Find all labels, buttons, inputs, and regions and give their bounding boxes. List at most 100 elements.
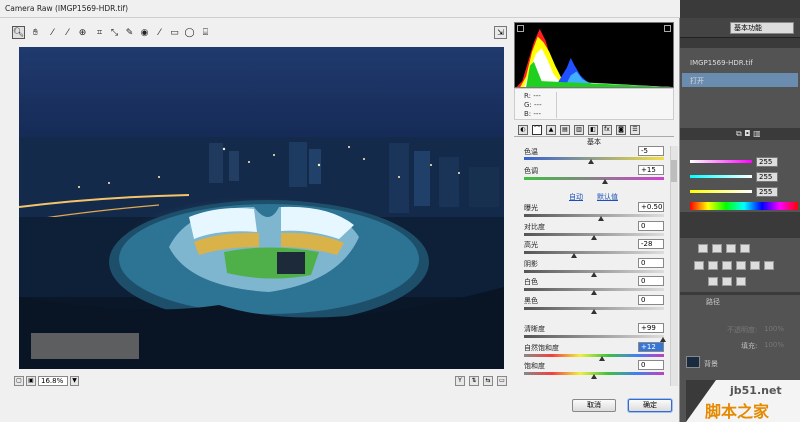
slider-value[interactable]: 0 [638, 294, 664, 305]
radial-filter-icon[interactable]: ◯ [183, 26, 196, 39]
tint-value[interactable]: +15 [638, 165, 664, 175]
layers-tab-paths[interactable]: 路径 [706, 297, 720, 307]
targeted-adjust-icon[interactable]: ⊕ [76, 26, 89, 39]
opacity-value[interactable]: 100% [764, 325, 784, 333]
temp-slider-thumb[interactable] [588, 159, 595, 164]
ok-button[interactable]: 确定 [628, 399, 672, 412]
slider-thumb[interactable] [591, 290, 597, 295]
zoom-out-icon[interactable]: ▢ [14, 376, 24, 386]
before-after-icon[interactable]: Y [455, 376, 465, 386]
vibrance-icon[interactable] [694, 261, 704, 270]
tab-hsl-icon[interactable]: ▤ [560, 125, 570, 135]
layer-thumbnail[interactable] [686, 356, 700, 368]
history-actions-icons[interactable]: ⧉ ◘ ▥ [736, 129, 761, 139]
status-bar [8, 374, 508, 388]
tab-split-toning-icon[interactable]: ▥ [574, 125, 584, 135]
color-spectrum[interactable] [690, 202, 798, 210]
zoom-in-icon[interactable]: ▣ [26, 376, 36, 386]
slider-thumb[interactable] [591, 234, 597, 240]
color-slider-3[interactable] [690, 190, 752, 193]
slider-track[interactable] [524, 251, 664, 254]
color-value-3[interactable]: 255 [756, 187, 778, 197]
slider-value[interactable]: +12 [638, 341, 664, 352]
slider-value[interactable]: +99 [638, 323, 664, 333]
highlight-clipping-toggle[interactable] [664, 25, 671, 32]
color-value-1[interactable]: 255 [756, 157, 778, 167]
color-slider-2[interactable] [690, 175, 752, 178]
slider-track[interactable] [524, 214, 664, 217]
bw-icon[interactable] [736, 261, 746, 270]
hand-tool-icon[interactable]: ✋︎ [29, 26, 42, 39]
red-eye-icon[interactable]: ◉ [138, 26, 151, 39]
straighten-tool-icon[interactable]: ⤡ [108, 26, 121, 39]
mixer-icon[interactable] [764, 261, 774, 270]
fill-label: 填充: [741, 342, 758, 350]
tab-basic-icon[interactable]: ◐ [518, 125, 528, 135]
tab-camera-calibration-icon[interactable]: ◙ [616, 125, 626, 135]
hue-icon[interactable] [708, 261, 718, 270]
posterize-icon[interactable] [722, 277, 732, 286]
history-file-item[interactable]: IMGP1569-HDR.tif [690, 59, 753, 67]
copy-settings-icon[interactable]: ⇆ [483, 376, 493, 386]
invert-icon[interactable] [708, 277, 718, 286]
slider-value[interactable]: 0 [638, 360, 664, 370]
fullscreen-button[interactable]: ⇲ [494, 26, 507, 39]
zoom-dropdown-icon[interactable]: ▼ [70, 376, 79, 386]
curves-icon[interactable] [726, 244, 736, 253]
tab-detail-icon[interactable]: ▲ [546, 125, 556, 135]
r-readout: R: --- [524, 92, 541, 100]
tab-lens-icon[interactable]: ◧ [588, 125, 598, 135]
layer-name[interactable]: 背景 [704, 359, 718, 369]
workspace-select[interactable]: 基本功能 [730, 22, 794, 34]
color-slider-1[interactable] [690, 160, 752, 163]
history-open-item[interactable]: 打开 [690, 76, 704, 86]
cancel-button[interactable]: 取消 [572, 399, 616, 412]
photo-preview[interactable] [19, 47, 504, 369]
colorbalance-icon[interactable] [722, 261, 732, 270]
color-value-2[interactable]: 255 [756, 172, 778, 182]
swap-icon[interactable]: ⇅ [469, 376, 479, 386]
opacity-label: 不透明度: [727, 326, 758, 334]
tab-tone-curve-icon[interactable]: ⌒ [532, 125, 542, 135]
slider-value[interactable]: 0 [638, 257, 664, 268]
toggle-icon[interactable]: ▭ [497, 376, 507, 386]
slider-thumb[interactable] [599, 355, 606, 361]
exposure-icon[interactable] [740, 244, 750, 253]
slider-thumb[interactable] [598, 216, 604, 221]
slider-value[interactable]: -28 [638, 239, 664, 249]
slider-value[interactable]: 0 [638, 220, 664, 231]
tab-effects-icon[interactable]: fx [602, 125, 612, 135]
temp-value[interactable]: -5 [638, 146, 664, 156]
photofilter-icon[interactable] [750, 261, 760, 270]
slider-value[interactable]: +0.50 [638, 202, 664, 212]
slider-value[interactable]: 0 [638, 276, 664, 286]
spot-removal-icon[interactable]: ✎ [123, 26, 136, 39]
scrollbar-thumb[interactable] [671, 160, 677, 182]
adjustment-brush-icon[interactable]: ⁄ [153, 26, 166, 39]
zoom-tool-icon[interactable]: 🔍︎ [12, 26, 25, 39]
crop-tool-icon[interactable]: ⌗ [93, 26, 106, 39]
default-link[interactable]: 默认值 [597, 192, 618, 202]
fill-value[interactable]: 100% [764, 341, 784, 349]
slider-thumb[interactable] [571, 253, 578, 258]
graduated-filter-icon[interactable]: ▭ [168, 26, 181, 39]
brightness-icon[interactable] [698, 244, 708, 253]
window-title: Camera Raw (IMGP1569-HDR.tif) [5, 4, 129, 13]
tint-slider-thumb[interactable] [602, 179, 609, 184]
slider-thumb[interactable] [591, 308, 597, 314]
slider-thumb[interactable] [591, 271, 597, 277]
slider-track[interactable] [524, 335, 664, 338]
white-balance-tool-icon[interactable]: ⁄ [46, 26, 59, 39]
slider-track[interactable] [524, 353, 664, 357]
shadow-clipping-toggle[interactable] [517, 25, 524, 32]
panel-scrollbar[interactable] [670, 146, 678, 386]
levels-icon[interactable] [712, 244, 722, 253]
tab-presets-icon[interactable]: ☰ [630, 125, 640, 135]
auto-link[interactable]: 自动 [569, 192, 583, 202]
color-sampler-icon[interactable]: ⁄ [61, 26, 74, 39]
tint-slider[interactable] [524, 177, 664, 180]
zoom-level-field[interactable]: 16.8% [38, 376, 68, 386]
threshold-icon[interactable] [736, 277, 746, 286]
slider-thumb[interactable] [591, 374, 597, 379]
preferences-icon[interactable]: ⌸ [199, 26, 212, 39]
